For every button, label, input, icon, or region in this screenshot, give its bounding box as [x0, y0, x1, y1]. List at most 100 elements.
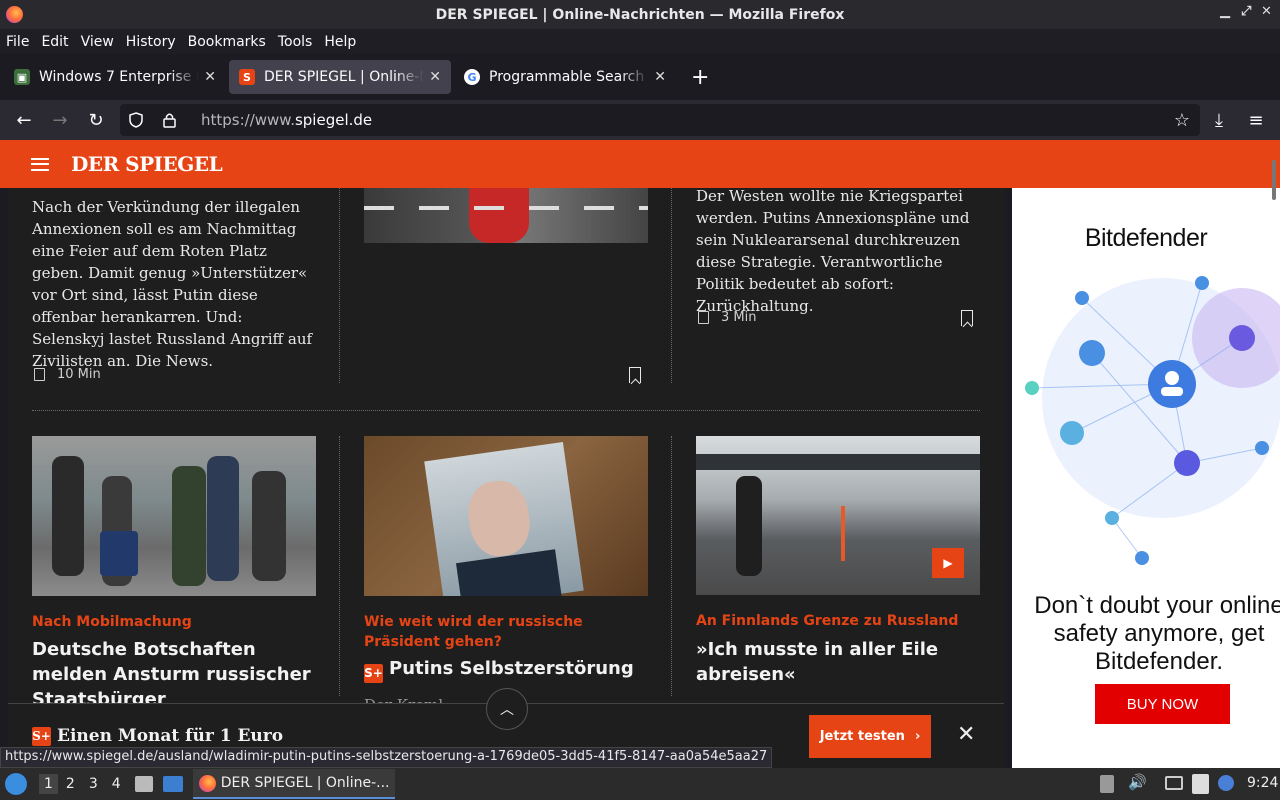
tab-title: DER SPIEGEL | Online-Na: [264, 69, 424, 85]
menu-help[interactable]: Help: [318, 34, 362, 50]
tab-title: Windows 7 Enterprise (x: [39, 69, 199, 85]
maximize-icon[interactable]: ⤢: [1241, 4, 1251, 19]
advertisement[interactable]: Bitdefender Don`t doubt your online safe…: [1012, 188, 1280, 768]
row-divider: [32, 410, 980, 411]
tab-bar: ▣ Windows 7 Enterprise (x ✕ S DER SPIEGE…: [0, 54, 1280, 100]
menu-bookmarks[interactable]: Bookmarks: [182, 34, 272, 50]
volume-icon[interactable]: 🔊: [1128, 773, 1147, 791]
workspace-2[interactable]: 2: [66, 776, 75, 792]
promo-label: S+ Einen Monat für 1 Euro: [32, 726, 283, 746]
close-window-icon[interactable]: ✕: [1261, 4, 1272, 19]
article-image[interactable]: [364, 436, 648, 596]
minimize-icon[interactable]: ▁: [1220, 4, 1230, 19]
document-icon: [698, 311, 709, 324]
shield-icon[interactable]: [120, 110, 160, 130]
tab-windows7[interactable]: ▣ Windows 7 Enterprise (x ✕: [4, 60, 226, 94]
menu-edit[interactable]: Edit: [35, 34, 74, 50]
article-teaser[interactable]: Der Westen wollte nie Kriegspartei werde…: [696, 188, 988, 317]
lock-icon[interactable]: [160, 110, 180, 130]
article-image[interactable]: [364, 188, 648, 243]
taskbar: 1 2 3 4 DER SPIEGEL | Online-... 🔊 9:24: [0, 768, 1280, 800]
bookmark-icon[interactable]: [629, 367, 641, 383]
menu-file[interactable]: File: [0, 34, 35, 50]
spiegel-plus-icon: S+: [32, 726, 51, 746]
clipboard-icon[interactable]: [1100, 775, 1114, 793]
promo-text: Einen Monat für 1 Euro: [57, 726, 284, 746]
column-divider: [339, 436, 340, 696]
menu-tools[interactable]: Tools: [272, 34, 319, 50]
article-kicker[interactable]: An Finnlands Grenze zu Russland: [696, 611, 980, 631]
page-scrollbar[interactable]: [1272, 160, 1276, 200]
display-icon[interactable]: [1165, 776, 1183, 790]
column-divider: [671, 436, 672, 696]
ad-brand: Bitdefender: [1084, 224, 1208, 252]
menu-view[interactable]: View: [75, 34, 120, 50]
ad-buy-now-button[interactable]: BUY NOW: [1095, 684, 1230, 724]
forward-icon[interactable]: →: [42, 110, 78, 131]
close-banner-icon[interactable]: ✕: [957, 722, 975, 747]
column-divider: [671, 188, 672, 383]
back-icon[interactable]: ←: [6, 110, 42, 131]
tab-spiegel[interactable]: S DER SPIEGEL | Online-Na ✕: [229, 60, 451, 94]
spiegel-s-icon: S: [239, 69, 255, 85]
read-time: 3 Min: [698, 310, 756, 325]
menu-history[interactable]: History: [120, 34, 182, 50]
url-prefix: https://www.: [201, 111, 295, 129]
bookmark-icon[interactable]: [961, 310, 973, 326]
taskbar-task-firefox[interactable]: DER SPIEGEL | Online-...: [192, 769, 396, 799]
read-time: 10 Min: [34, 367, 101, 382]
scroll-up-button[interactable]: ︿: [486, 688, 528, 730]
ad-text: Don`t doubt your online safety anymore, …: [1034, 592, 1280, 675]
desktop-icon[interactable]: [162, 776, 183, 792]
tab-title: Programmable Search En: [489, 69, 649, 85]
document-icon: [34, 368, 45, 381]
task-title: DER SPIEGEL | Online-...: [220, 775, 390, 791]
article-kicker[interactable]: Nach Mobilmachung: [32, 612, 316, 632]
file-manager-icon[interactable]: [134, 776, 153, 792]
start-menu-icon[interactable]: [5, 773, 27, 795]
navigation-bar: ← → ↻ https://www. spiegel.de ☆ ⤓ ≡: [0, 100, 1280, 140]
chevron-up-icon: ︿: [500, 702, 514, 718]
site-header: DER SPIEGEL: [0, 140, 1280, 188]
tab-icon: ▣: [14, 69, 30, 85]
jetzt-testen-button[interactable]: Jetzt testen ›: [809, 715, 931, 758]
bookmark-star-icon[interactable]: ☆: [1174, 110, 1190, 131]
firefox-icon: [198, 774, 216, 792]
main-content: Nach der Verkündung der illegalen Annexi…: [8, 188, 1004, 768]
hamburger-menu-icon[interactable]: [31, 157, 49, 171]
workspace-3[interactable]: 3: [89, 776, 98, 792]
workspace-4[interactable]: 4: [112, 776, 121, 792]
article-teaser[interactable]: Nach der Verkündung der illegalen Annexi…: [32, 196, 317, 372]
new-tab-button[interactable]: +: [691, 65, 709, 90]
article-image[interactable]: ▶: [696, 436, 980, 595]
url-bar[interactable]: https://www. spiegel.de ☆: [120, 104, 1200, 136]
close-tab-icon[interactable]: ✕: [204, 69, 216, 85]
article-kicker[interactable]: Wie weit wird der russische Präsident ge…: [364, 612, 648, 652]
article-headline: Putins Selbstzerstörung: [389, 658, 634, 679]
workspace-1[interactable]: 1: [39, 774, 58, 794]
network-graphic: [1025, 276, 1280, 565]
article-headline[interactable]: »Ich musste in aller Eile abreisen«: [696, 637, 980, 687]
close-tab-icon[interactable]: ✕: [429, 69, 441, 85]
article-image[interactable]: [32, 436, 316, 596]
window-titlebar: DER SPIEGEL | Online-Nachrichten — Mozil…: [0, 0, 1280, 29]
spiegel-logo[interactable]: DER SPIEGEL: [71, 152, 223, 176]
article-headline[interactable]: Deutsche Botschaften melden Ansturm russ…: [32, 637, 316, 712]
reload-icon[interactable]: ↻: [78, 110, 114, 131]
update-icon[interactable]: [1218, 775, 1234, 791]
downloads-icon[interactable]: ⤓: [1201, 110, 1237, 131]
firefox-logo-icon: [6, 6, 23, 23]
tab-programmable-search[interactable]: G Programmable Search En ✕: [454, 60, 676, 94]
app-menu-icon[interactable]: ≡: [1238, 110, 1274, 131]
url-host: spiegel.de: [294, 111, 373, 129]
clock[interactable]: 9:24: [1247, 775, 1278, 791]
google-icon: G: [464, 69, 480, 85]
article-headline-wrap[interactable]: S+ Putins Selbstzerstörung: [364, 656, 648, 683]
menu-bar: File Edit View History Bookmarks Tools H…: [0, 29, 1280, 54]
play-video-icon[interactable]: ▶: [932, 548, 964, 578]
notes-icon[interactable]: [1192, 774, 1209, 794]
spiegel-plus-icon: S+: [364, 664, 383, 683]
link-status-bar: https://www.spiegel.de/ausland/wladimir-…: [0, 747, 773, 768]
cta-label: Jetzt testen: [819, 729, 905, 744]
close-tab-icon[interactable]: ✕: [654, 69, 666, 85]
